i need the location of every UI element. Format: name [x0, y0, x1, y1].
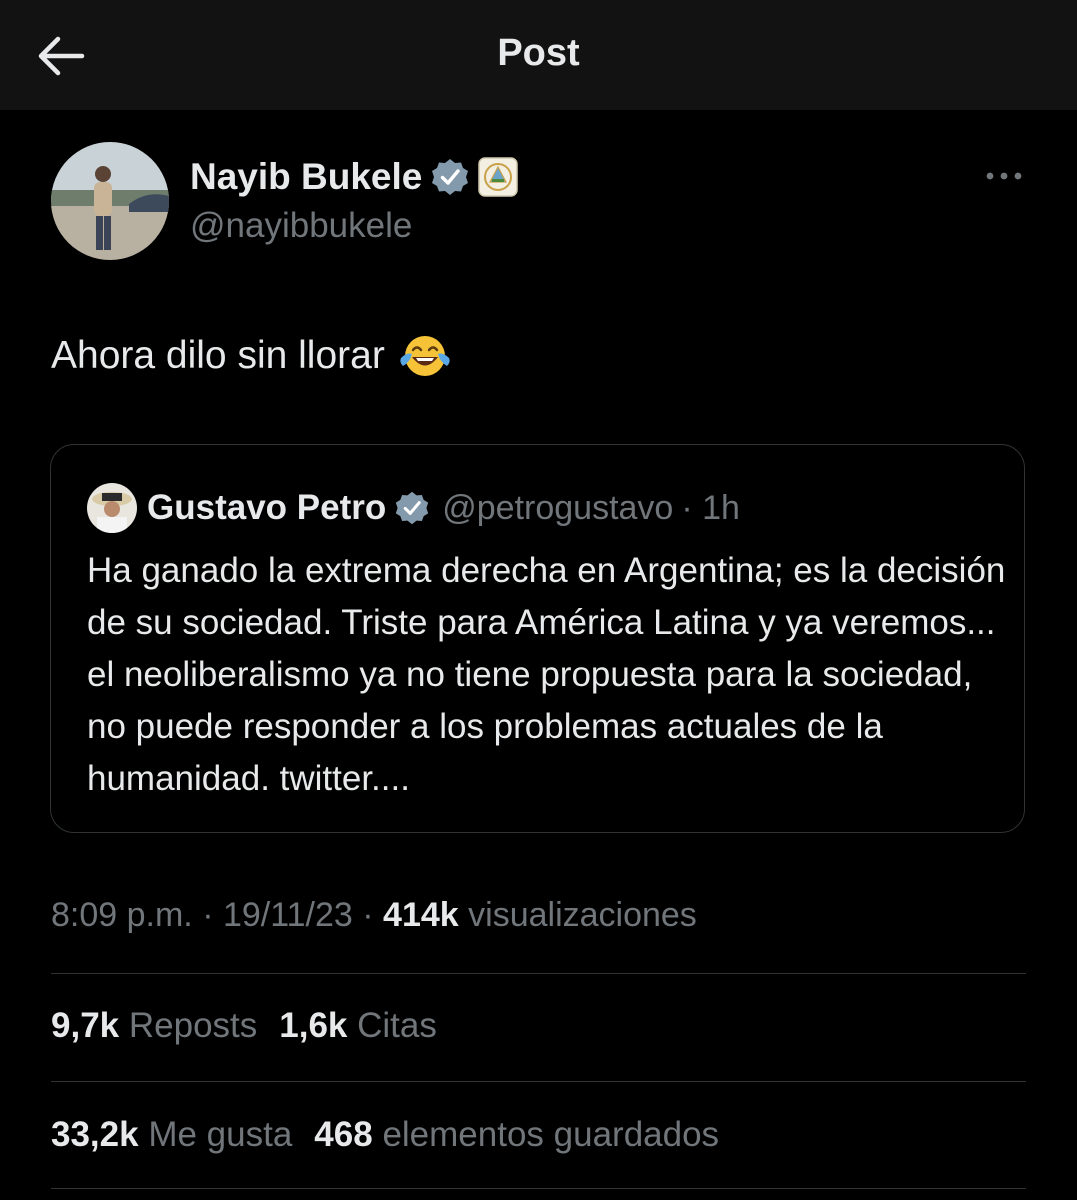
author-handle[interactable]: @nayibbukele: [190, 206, 412, 246]
divider: [51, 1188, 1026, 1189]
reposts-link[interactable]: 9,7k Reposts: [51, 1006, 257, 1045]
quotes-label: Citas: [357, 1006, 437, 1045]
bookmarks-count: 468: [314, 1115, 373, 1154]
avatar[interactable]: [51, 142, 169, 260]
reposts-count: 9,7k: [51, 1006, 120, 1045]
reposts-label: Reposts: [128, 1006, 258, 1045]
quoted-post[interactable]: Gustavo Petro @petrogustavo · 1h Ha gana…: [50, 444, 1025, 833]
bookmarks-link[interactable]: 468 elementos guardados: [314, 1115, 719, 1154]
quotes-count: 1,6k: [279, 1006, 348, 1045]
post-time[interactable]: 8:09 p.m.: [51, 896, 193, 934]
engagement-stats: 33,2k Me gusta 468 elementos guardados: [51, 1115, 741, 1155]
divider: [51, 973, 1026, 974]
laughing-tears-emoji: [400, 336, 450, 376]
post-text: Ahora dilo sin llorar: [51, 330, 451, 382]
views-count: 414k: [383, 896, 459, 934]
bookmarks-label: elementos guardados: [382, 1115, 720, 1154]
divider: [51, 1081, 1026, 1082]
author-name[interactable]: Nayib Bukele: [190, 156, 422, 198]
meta-separator: ·: [362, 896, 374, 934]
page-title: Post: [497, 32, 580, 74]
likes-label: Me gusta: [148, 1115, 293, 1154]
likes-link[interactable]: 33,2k Me gusta: [51, 1115, 292, 1154]
verified-badge-icon[interactable]: [430, 157, 470, 197]
meta-separator: ·: [202, 896, 214, 934]
quotes-link[interactable]: 1,6k Citas: [279, 1006, 437, 1045]
quoted-time: · 1h: [681, 488, 740, 527]
post-date[interactable]: 19/11/23: [223, 896, 353, 934]
views-label: visualizaciones: [468, 896, 697, 934]
likes-count: 33,2k: [51, 1115, 139, 1154]
quoted-name: Gustavo Petro: [147, 488, 387, 527]
verified-badge-icon: [396, 491, 429, 525]
quoted-handle: @petrogustavo: [442, 488, 674, 527]
quoted-avatar[interactable]: [87, 483, 137, 533]
post-text-content: Ahora dilo sin llorar: [51, 334, 385, 377]
top-bar: Post: [0, 0, 1077, 110]
quoted-text: Ha ganado la extrema derecha en Argentin…: [87, 551, 1006, 798]
quoted-post-header: Gustavo Petro @petrogustavo · 1h: [87, 483, 740, 533]
el-salvador-seal-icon[interactable]: [478, 157, 519, 197]
post-meta: 8:09 p.m. · 19/11/23 · 414k visualizacio…: [51, 896, 697, 935]
more-icon[interactable]: [980, 160, 1028, 192]
repost-stats: 9,7k Reposts 1,6k Citas: [51, 1006, 459, 1046]
author-name-row: Nayib Bukele: [190, 152, 519, 202]
